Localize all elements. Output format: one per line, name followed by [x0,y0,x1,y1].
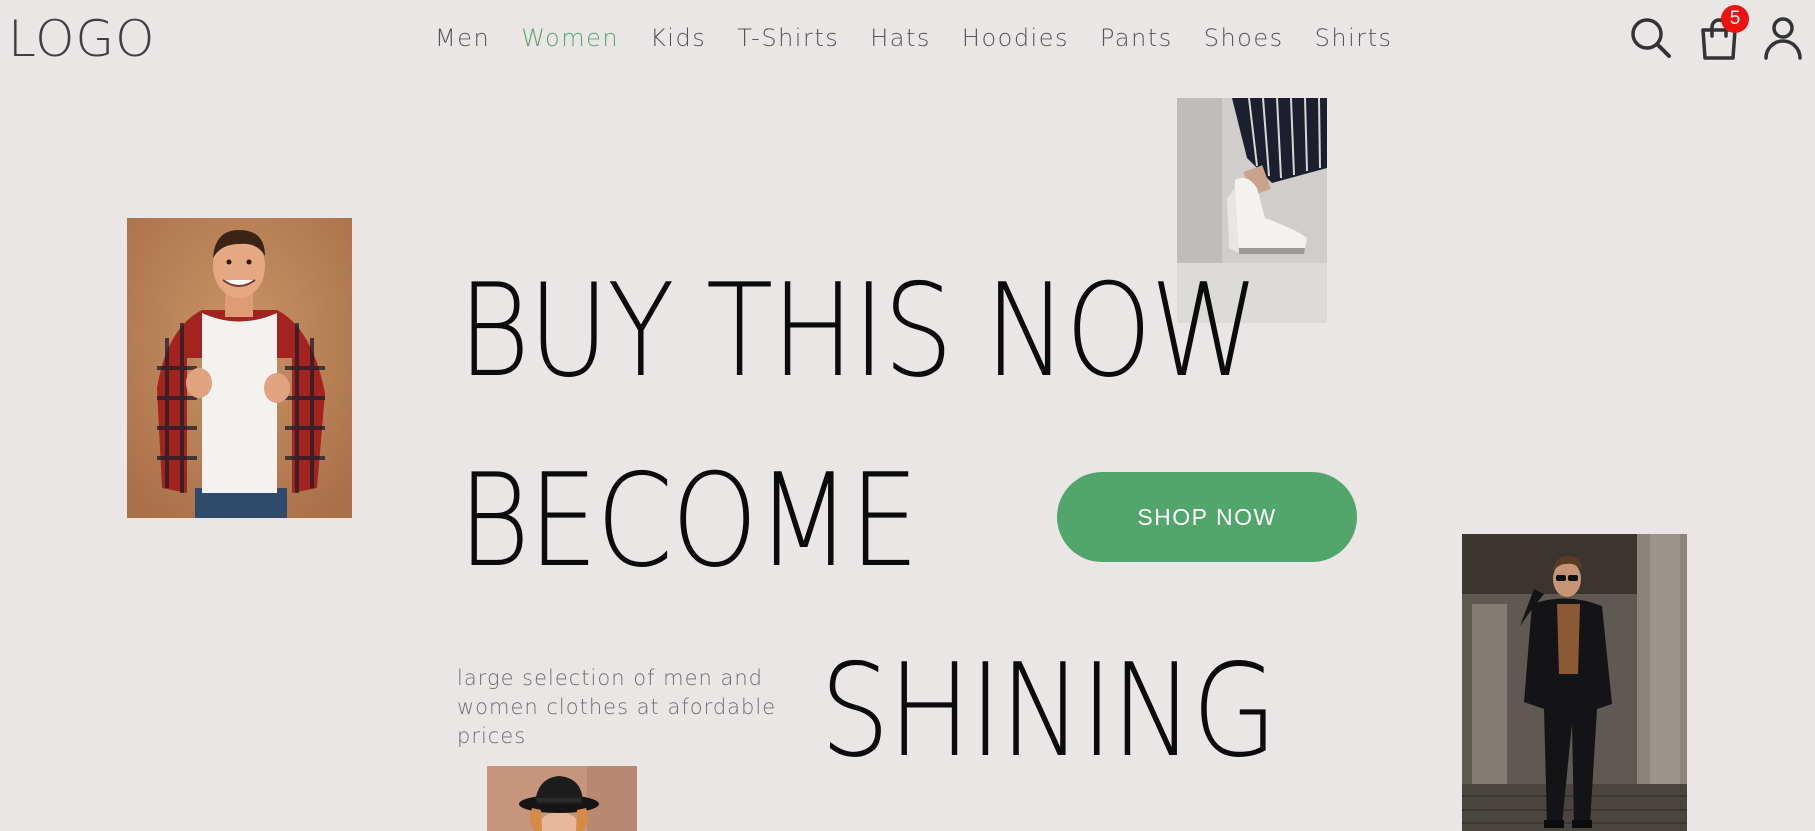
nav-item-pants[interactable]: Pants [1100,24,1173,52]
nav-item-shoes[interactable]: Shoes [1204,24,1284,52]
nav-item-kids[interactable]: Kids [650,24,706,52]
nav-item-women[interactable]: Women [521,24,619,52]
hero-headline-line-3: SHINING [820,637,1277,786]
main-nav: Men Women Kids T-Shirts Hats Hoodies Pan… [435,24,1424,52]
nav-item-men[interactable]: Men [435,24,490,52]
woman-black-hat-photo [487,766,637,831]
shop-now-button[interactable]: SHOP NOW [1057,472,1357,562]
search-icon [1631,18,1671,58]
nav-item-shirts[interactable]: Shirts [1315,24,1393,52]
user-icon [1764,17,1802,60]
nav-item-t-shirts[interactable]: T-Shirts [737,24,839,52]
man-plaid-shirt-photo [127,218,352,518]
cart-count-badge: 5 [1721,5,1749,33]
nav-item-hoodies[interactable]: Hoodies [962,24,1069,52]
search-button[interactable] [1629,16,1673,60]
man-dark-suit-photo [1462,534,1687,831]
hero-headline-line-1: BUY THIS NOW [458,257,1259,406]
nav-item-hats[interactable]: Hats [870,24,931,52]
logo[interactable]: LOGO [8,14,156,64]
cart-button[interactable]: 5 [1697,5,1749,62]
hero-tagline: large selection of men and women clothes… [457,666,777,748]
account-button[interactable] [1763,16,1803,60]
hero-headline-line-2: BECOME [458,447,919,596]
page: LOGO Men Women Kids T-Shirts Hats Hoodie… [0,0,1815,831]
